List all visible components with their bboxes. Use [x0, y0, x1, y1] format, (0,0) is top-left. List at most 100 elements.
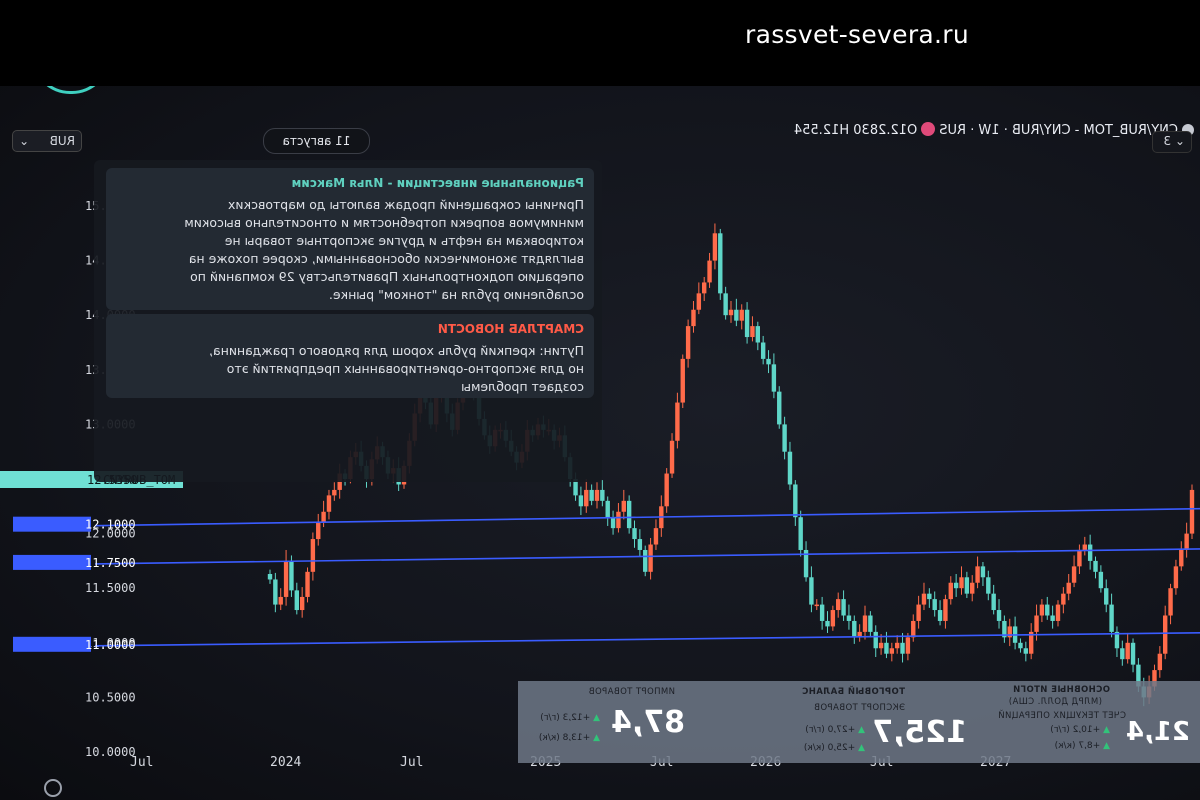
candle-body [862, 615, 868, 632]
level-line[interactable] [94, 632, 1200, 647]
triangle-up-icon: ▲ [590, 713, 600, 723]
candle-body [787, 451, 793, 485]
triangle-up-icon: ▲ [590, 733, 600, 743]
candle-body [1157, 653, 1163, 671]
candle-body [1184, 533, 1189, 550]
candle-body [996, 610, 1002, 621]
stat-subtitle: (МЛРД ДОЛЛ. США) [1008, 697, 1102, 707]
candle-body [289, 560, 294, 591]
candle-body [712, 233, 718, 261]
candle-body [937, 610, 943, 621]
candle-body [594, 489, 600, 501]
candle-body [600, 489, 605, 501]
candle-body [953, 582, 959, 589]
candle-body [669, 440, 675, 474]
candle-body [1071, 566, 1077, 583]
candle-body [685, 326, 691, 359]
candle-body [889, 648, 895, 654]
candle-body [294, 590, 300, 611]
candle-body [1130, 642, 1136, 665]
candle-body [305, 571, 310, 597]
stat-label: ЭКСПОРТ ТОВАРОВ [813, 703, 905, 713]
candle-body [589, 489, 594, 501]
stat-change: ▲ +8,7 (к/к) [1055, 741, 1110, 751]
candle-body [718, 233, 723, 294]
candle-body [798, 517, 803, 550]
news-line: выглядят экономически обоснованными, ско… [188, 251, 584, 266]
news-line: ослаблению рубля на "тонком" рынке. [328, 287, 584, 302]
news-date-pill[interactable]: 11 августа [263, 128, 370, 154]
candle-body [814, 604, 819, 607]
candle-body [610, 517, 616, 529]
candle-body [1168, 588, 1173, 616]
candle-body [1189, 489, 1195, 534]
stats-panel: ОСНОВНЫЕ ИТОГИ (МЛРД ДОЛЛ. США) СЧЕТ ТЕК… [518, 681, 1200, 763]
candle-body [278, 596, 283, 605]
triangle-up-icon: ▲ [1100, 741, 1110, 751]
candle-body [1120, 648, 1125, 660]
settings-gear-icon[interactable] [44, 779, 62, 797]
y-tick-label: 10.0000 [85, 745, 136, 759]
stat-block-imports: ИМПОРТ ТОВАРОВ 87,4 ▲ +12,3 (г/г) ▲ +13,… [518, 681, 735, 763]
candle-body [321, 511, 326, 523]
candle-body [1104, 588, 1109, 605]
candle-body [616, 511, 621, 529]
candle-body [267, 574, 273, 580]
candle-body [916, 604, 921, 621]
candle-body [1109, 604, 1114, 632]
candle-body [1034, 615, 1039, 632]
candle-body [1173, 566, 1179, 589]
news-card[interactable]: Рациональные инвестиции - Илья Максим Пр… [106, 168, 594, 310]
candle-body [675, 402, 680, 441]
candle-body [648, 544, 653, 572]
stat-title: ОСНОВНЫЕ ИТОГИ [1012, 685, 1110, 695]
stat-change-value: +10,2 (г/г) [1050, 725, 1101, 735]
candle-body [584, 489, 589, 507]
triangle-up-icon: ▲ [855, 725, 865, 735]
level-line[interactable] [94, 548, 1200, 565]
candle-body [734, 309, 739, 321]
x-tick-label: Jul [130, 755, 153, 770]
level-label: 12.1000 [85, 518, 136, 532]
candle-body [632, 528, 637, 540]
mirrored-view: CNY/RUB_TOM - CNY/RUB · 1W · RUSO12.2830… [0, 86, 1200, 800]
stat-change-value: +25,0 (к/к) [803, 743, 856, 753]
candle-body [1082, 544, 1087, 550]
stat-block-exports: ТОРГОВЫЙ БАЛАНС ЭКСПОРТ ТОВАРОВ 125,7 ▲ … [735, 681, 985, 763]
candle-body [1039, 604, 1045, 616]
x-tick-label: 2024 [270, 755, 301, 770]
level-line[interactable] [94, 507, 1200, 527]
candle-body [911, 620, 916, 638]
candle-body [1055, 604, 1061, 621]
stat-value: 21,4 [1125, 717, 1190, 747]
candle-body [932, 599, 937, 611]
y-tick-label: 10.5000 [85, 690, 136, 704]
candle-body [723, 293, 728, 316]
candle-body [1179, 549, 1184, 567]
news-line: минимумов вопреки потребностям и относит… [184, 215, 584, 230]
stat-change: ▲ +10,2 (г/г) [1050, 725, 1110, 735]
stat-change-value: +8,7 (к/к) [1054, 741, 1101, 751]
candle-body [766, 358, 771, 365]
candle-body [273, 579, 278, 605]
candle-body [991, 593, 996, 611]
candle-body [316, 522, 321, 540]
candle-body [846, 615, 852, 621]
news-card[interactable]: СМАРТЛАБ НОВОСТИ Путин: крепкий рубль хо… [106, 314, 594, 398]
candle-body [332, 489, 337, 496]
level-label: 11.7500 [85, 556, 136, 570]
candle-body [921, 593, 927, 605]
stat-change-value: +12,3 (г/г) [540, 713, 591, 723]
y-tick-label: 11.5000 [85, 581, 136, 595]
candle-body [691, 309, 696, 327]
news-line: Путин: крепкий рубль хорош для рядового … [209, 343, 584, 358]
candle-body [299, 596, 305, 611]
stat-change: ▲ +25,0 (к/к) [804, 743, 865, 753]
candle-body [873, 631, 878, 649]
candle-body [905, 637, 911, 654]
candle-body [1077, 549, 1082, 567]
candle-body [884, 642, 889, 654]
stat-title: ТОРГОВЫЙ БАЛАНС [801, 687, 905, 697]
candle-body [1098, 571, 1104, 589]
stat-change: ▲ +27,0 (г/г) [805, 725, 865, 735]
